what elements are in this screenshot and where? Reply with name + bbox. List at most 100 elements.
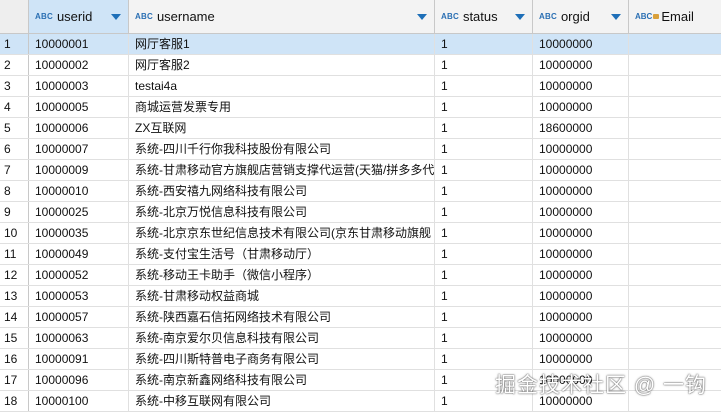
table-row[interactable]: 16 10000091 系统-四川斯特普电子商务有限公司 1 10000000 xyxy=(0,349,721,370)
cell-orgid[interactable]: 10000000 xyxy=(533,244,629,264)
cell-orgid[interactable]: 10000000 xyxy=(533,181,629,201)
cell-userid[interactable]: 10000096 xyxy=(29,370,129,390)
table-row[interactable]: 5 10000006 ZX互联网 1 18600000 xyxy=(0,118,721,139)
sort-dropdown-icon[interactable] xyxy=(111,13,121,20)
cell-userid[interactable]: 10000091 xyxy=(29,349,129,369)
row-number[interactable]: 17 xyxy=(0,370,29,390)
cell-username[interactable]: 商城运营发票专用 xyxy=(129,97,435,117)
cell-orgid[interactable]: 10000000 xyxy=(533,328,629,348)
row-number-header[interactable] xyxy=(0,0,29,33)
row-number[interactable]: 9 xyxy=(0,202,29,222)
table-row[interactable]: 7 10000009 系统-甘肃移动官方旗舰店营销支撑代运营(天猫/拼多多代 1 100… xyxy=(0,160,721,181)
cell-userid[interactable]: 10000025 xyxy=(29,202,129,222)
row-number[interactable]: 15 xyxy=(0,328,29,348)
row-number[interactable]: 5 xyxy=(0,118,29,138)
row-number[interactable]: 16 xyxy=(0,349,29,369)
sort-dropdown-icon[interactable] xyxy=(611,13,621,20)
table-row[interactable]: 13 10000053 系统-甘肃移动权益商城 1 10000000 xyxy=(0,286,721,307)
cell-userid[interactable]: 10000007 xyxy=(29,139,129,159)
cell-status[interactable]: 1 xyxy=(435,139,533,159)
cell-userid[interactable]: 10000002 xyxy=(29,55,129,75)
cell-userid[interactable]: 10000052 xyxy=(29,265,129,285)
cell-email[interactable] xyxy=(629,55,721,75)
cell-userid[interactable]: 10000010 xyxy=(29,181,129,201)
cell-email[interactable] xyxy=(629,349,721,369)
cell-username[interactable]: 系统-陕西嘉石信拓网络技术有限公司 xyxy=(129,307,435,327)
cell-username[interactable]: 系统-支付宝生活号（甘肃移动厅） xyxy=(129,244,435,264)
cell-status[interactable]: 1 xyxy=(435,307,533,327)
table-row[interactable]: 10 10000035 系统-北京京东世纪信息技术有限公司(京东甘肃移动旗舰 1 100… xyxy=(0,223,721,244)
cell-status[interactable]: 1 xyxy=(435,160,533,180)
row-number[interactable]: 2 xyxy=(0,55,29,75)
cell-orgid[interactable]: 10000000 xyxy=(533,160,629,180)
cell-email[interactable] xyxy=(629,118,721,138)
cell-status[interactable]: 1 xyxy=(435,181,533,201)
cell-orgid[interactable]: 10000000 xyxy=(533,139,629,159)
cell-status[interactable]: 1 xyxy=(435,76,533,96)
cell-email[interactable] xyxy=(629,244,721,264)
cell-username[interactable]: 系统-四川斯特普电子商务有限公司 xyxy=(129,349,435,369)
cell-orgid[interactable]: 10000000 xyxy=(533,97,629,117)
cell-status[interactable]: 1 xyxy=(435,244,533,264)
cell-username[interactable]: 系统-北京万悦信息科技有限公司 xyxy=(129,202,435,222)
cell-username[interactable]: 系统-西安禧九网络科技有限公司 xyxy=(129,181,435,201)
cell-username[interactable]: 系统-甘肃移动官方旗舰店营销支撑代运营(天猫/拼多多代 xyxy=(129,160,435,180)
cell-username[interactable]: 系统-南京爱尔贝信息科技有限公司 xyxy=(129,328,435,348)
cell-userid[interactable]: 10000009 xyxy=(29,160,129,180)
column-header-status[interactable]: ABC status xyxy=(435,0,533,33)
table-row[interactable]: 4 10000005 商城运营发票专用 1 10000000 xyxy=(0,97,721,118)
row-number[interactable]: 8 xyxy=(0,181,29,201)
table-row[interactable]: 1 10000001 网厅客服1 1 10000000 xyxy=(0,34,721,55)
cell-email[interactable] xyxy=(629,223,721,243)
cell-username[interactable]: testai4a xyxy=(129,76,435,96)
cell-userid[interactable]: 10000057 xyxy=(29,307,129,327)
cell-email[interactable] xyxy=(629,76,721,96)
cell-orgid[interactable]: 10000000 xyxy=(533,286,629,306)
row-number[interactable]: 1 xyxy=(0,34,29,54)
row-number[interactable]: 13 xyxy=(0,286,29,306)
row-number[interactable]: 18 xyxy=(0,391,29,411)
cell-orgid[interactable]: 10000000 xyxy=(533,265,629,285)
cell-orgid[interactable]: 10000000 xyxy=(533,76,629,96)
row-number[interactable]: 10 xyxy=(0,223,29,243)
cell-username[interactable]: 系统-北京京东世纪信息技术有限公司(京东甘肃移动旗舰 xyxy=(129,223,435,243)
table-row[interactable]: 14 10000057 系统-陕西嘉石信拓网络技术有限公司 1 10000000 xyxy=(0,307,721,328)
row-number[interactable]: 6 xyxy=(0,139,29,159)
row-number[interactable]: 14 xyxy=(0,307,29,327)
cell-orgid[interactable]: 10000000 xyxy=(533,307,629,327)
cell-email[interactable] xyxy=(629,97,721,117)
cell-username[interactable]: 网厅客服2 xyxy=(129,55,435,75)
cell-email[interactable] xyxy=(629,202,721,222)
row-number[interactable]: 7 xyxy=(0,160,29,180)
cell-status[interactable]: 1 xyxy=(435,223,533,243)
cell-orgid[interactable]: 10000000 xyxy=(533,34,629,54)
cell-status[interactable]: 1 xyxy=(435,118,533,138)
table-row[interactable]: 11 10000049 系统-支付宝生活号（甘肃移动厅） 1 10000000 xyxy=(0,244,721,265)
cell-username[interactable]: 系统-四川千行你我科技股份有限公司 xyxy=(129,139,435,159)
table-row[interactable]: 12 10000052 系统-移动王卡助手（微信小程序） 1 10000000 xyxy=(0,265,721,286)
table-row[interactable]: 2 10000002 网厅客服2 1 10000000 xyxy=(0,55,721,76)
cell-userid[interactable]: 10000006 xyxy=(29,118,129,138)
cell-orgid[interactable]: 10000000 xyxy=(533,349,629,369)
cell-userid[interactable]: 10000053 xyxy=(29,286,129,306)
sort-dropdown-icon[interactable] xyxy=(417,13,427,20)
row-number[interactable]: 11 xyxy=(0,244,29,264)
cell-email[interactable] xyxy=(629,286,721,306)
cell-email[interactable] xyxy=(629,328,721,348)
cell-username[interactable]: 系统-甘肃移动权益商城 xyxy=(129,286,435,306)
table-row[interactable]: 6 10000007 系统-四川千行你我科技股份有限公司 1 10000000 xyxy=(0,139,721,160)
cell-username[interactable]: 系统-移动王卡助手（微信小程序） xyxy=(129,265,435,285)
cell-orgid[interactable]: 10000000 xyxy=(533,202,629,222)
cell-status[interactable]: 1 xyxy=(435,286,533,306)
column-header-username[interactable]: ABC username xyxy=(129,0,435,33)
cell-email[interactable] xyxy=(629,181,721,201)
cell-userid[interactable]: 10000001 xyxy=(29,34,129,54)
cell-status[interactable]: 1 xyxy=(435,97,533,117)
cell-status[interactable]: 1 xyxy=(435,55,533,75)
row-number[interactable]: 3 xyxy=(0,76,29,96)
row-number[interactable]: 12 xyxy=(0,265,29,285)
cell-orgid[interactable]: 10000000 xyxy=(533,55,629,75)
cell-userid[interactable]: 10000049 xyxy=(29,244,129,264)
cell-username[interactable]: 网厅客服1 xyxy=(129,34,435,54)
column-header-orgid[interactable]: ABC orgid xyxy=(533,0,629,33)
